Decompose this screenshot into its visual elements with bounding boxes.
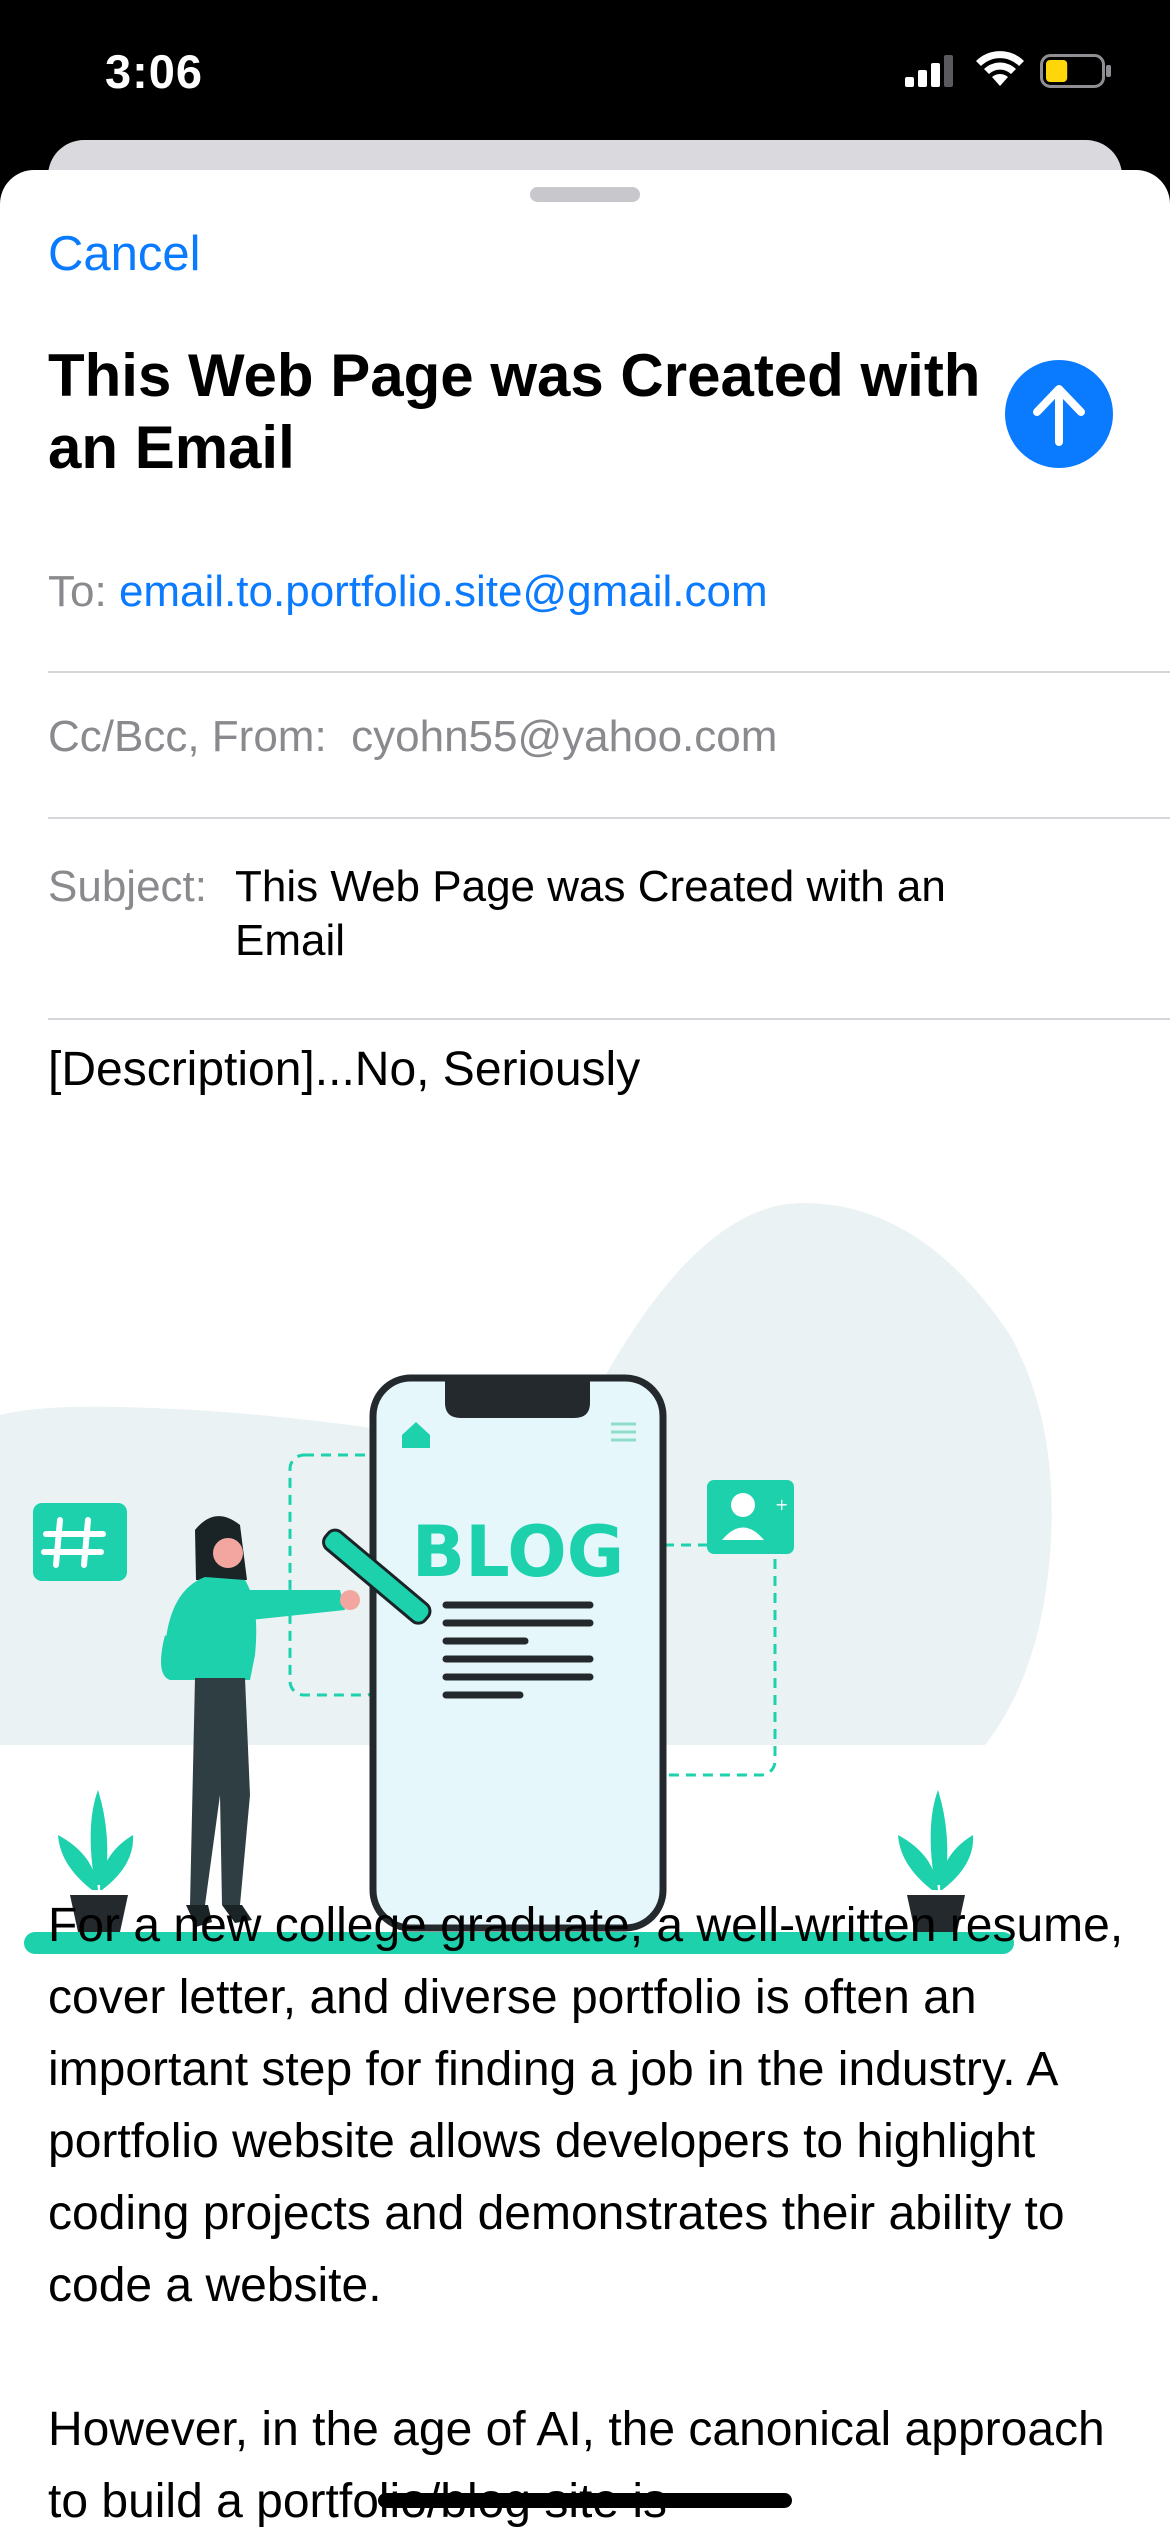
cc-bcc-from-label: Cc/Bcc, From: [48, 712, 327, 761]
sheet-grabber[interactable] [530, 187, 640, 202]
body-heading[interactable]: [Description]...No, Seriously [48, 1042, 640, 1097]
to-field[interactable]: To: email.to.portfolio.site@gmail.com [48, 565, 768, 619]
arrow-up-icon [1033, 385, 1085, 446]
to-label: To: [48, 567, 107, 616]
body-paragraph: For a new college graduate, a well-writt… [48, 1899, 1124, 2312]
to-recipient[interactable]: email.to.portfolio.site@gmail.com [119, 567, 768, 616]
subject-label: Subject: [48, 862, 207, 911]
body-paragraph: However, in the age of AI, the canonical… [48, 2403, 1105, 2528]
blog-illustration: BLOG + [0, 1202, 1052, 1954]
cellular-signal-icon [905, 55, 953, 87]
home-indicator[interactable] [378, 2493, 792, 2508]
wifi-icon [976, 51, 1024, 86]
subject-field[interactable]: This Web Page was Created with an Email [235, 860, 1015, 968]
battery-icon [1040, 54, 1111, 88]
status-bar: 3:06 [0, 0, 1170, 150]
compose-title: This Web Page was Created with an Email [48, 342, 981, 481]
from-address[interactable]: cyohn55@yahoo.com [351, 712, 777, 761]
cc-bcc-from-field[interactable]: Cc/Bcc, From: cyohn55@yahoo.com [48, 710, 777, 764]
svg-text:+: + [775, 1495, 788, 1514]
divider [48, 1018, 1170, 1020]
cancel-button[interactable]: Cancel [48, 226, 201, 282]
user-card-icon: + [707, 1480, 794, 1554]
status-time: 3:06 [105, 45, 204, 98]
divider [48, 817, 1170, 819]
send-button[interactable] [1005, 360, 1113, 468]
compose-sheet: Cancel This Web Page was Created with an… [0, 170, 1170, 2532]
hashtag-icon [33, 1503, 127, 1581]
email-body[interactable]: For a new college graduate, a well-writt… [48, 1890, 1138, 2532]
divider [48, 671, 1170, 673]
blog-phone-text: BLOG [412, 1511, 624, 1593]
